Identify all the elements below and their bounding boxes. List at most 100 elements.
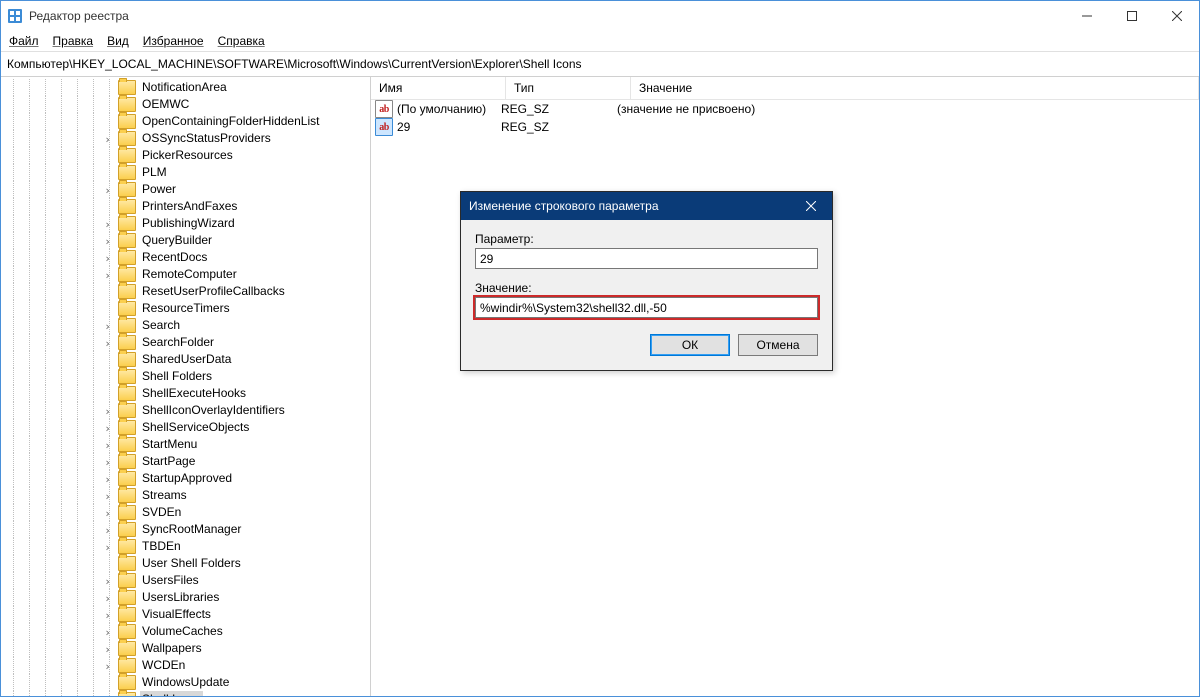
- tree-item[interactable]: › PublishingWizard: [1, 215, 370, 232]
- expand-icon[interactable]: ›: [102, 267, 113, 284]
- expand-icon[interactable]: ›: [102, 318, 113, 335]
- expand-icon[interactable]: ›: [102, 131, 113, 148]
- tree-item[interactable]: PLM: [1, 164, 370, 181]
- tree-item[interactable]: › RecentDocs: [1, 249, 370, 266]
- tree-item[interactable]: ResetUserProfileCallbacks: [1, 283, 370, 300]
- tree-item[interactable]: OEMWC: [1, 96, 370, 113]
- tree-item[interactable]: PrintersAndFaxes: [1, 198, 370, 215]
- tree-item-label: PublishingWizard: [140, 215, 237, 232]
- dialog-close-button[interactable]: [790, 192, 832, 220]
- param-input[interactable]: [475, 248, 818, 269]
- address-bar[interactable]: Компьютер\HKEY_LOCAL_MACHINE\SOFTWARE\Mi…: [1, 52, 1199, 77]
- tree-item[interactable]: › Search: [1, 317, 370, 334]
- menu-view[interactable]: Вид: [107, 34, 129, 48]
- tree-item[interactable]: ›RemoteComputer: [1, 266, 370, 283]
- tree-item[interactable]: WindowsUpdate: [1, 674, 370, 691]
- tree-item[interactable]: ›UsersFiles: [1, 572, 370, 589]
- tree-item[interactable]: User Shell Folders: [1, 555, 370, 572]
- tree-item[interactable]: ShellExecuteHooks: [1, 385, 370, 402]
- registry-editor-window: Редактор реестра Файл Правка Вид Избранн…: [0, 0, 1200, 697]
- expand-icon[interactable]: ›: [102, 182, 113, 199]
- expand-icon[interactable]: ›: [102, 488, 113, 505]
- menu-help[interactable]: Справка: [218, 34, 265, 48]
- tree-item-label: PLM: [140, 164, 169, 181]
- tree-item[interactable]: ›SearchFolder: [1, 334, 370, 351]
- tree-item[interactable]: ›StartPage: [1, 453, 370, 470]
- tree-item[interactable]: ›OSSyncStatusProviders: [1, 130, 370, 147]
- expand-icon[interactable]: ›: [102, 624, 113, 641]
- tree-item-label: NotificationArea: [140, 79, 229, 96]
- expand-icon[interactable]: ›: [102, 403, 113, 420]
- list-row[interactable]: ab29REG_SZ: [371, 118, 1199, 136]
- tree-item[interactable]: ›StartMenu: [1, 436, 370, 453]
- tree-item[interactable]: ›Wallpapers: [1, 640, 370, 657]
- expand-icon[interactable]: ›: [102, 250, 113, 267]
- minimize-button[interactable]: [1064, 2, 1109, 31]
- folder-icon: [118, 556, 136, 571]
- tree-item[interactable]: ›ShellServiceObjects: [1, 419, 370, 436]
- header-value[interactable]: Значение: [631, 77, 1199, 99]
- tree-item[interactable]: ›SVDEn: [1, 504, 370, 521]
- tree-view[interactable]: NotificationAreaOEMWCOpenContainingFolde…: [1, 77, 371, 696]
- tree-item[interactable]: ›Streams: [1, 487, 370, 504]
- expand-icon[interactable]: ›: [102, 641, 113, 658]
- folder-icon: [118, 352, 136, 367]
- tree-item[interactable]: ResourceTimers: [1, 300, 370, 317]
- expand-icon[interactable]: ›: [102, 505, 113, 522]
- header-type[interactable]: Тип: [506, 77, 631, 99]
- tree-item[interactable]: ›StartupApproved: [1, 470, 370, 487]
- folder-icon: [118, 488, 136, 503]
- tree-item[interactable]: SharedUserData: [1, 351, 370, 368]
- list-view[interactable]: Имя Тип Значение ab(По умолчанию)REG_SZ(…: [371, 77, 1199, 696]
- tree-item[interactable]: ›Power: [1, 181, 370, 198]
- tree-item[interactable]: OpenContainingFolderHiddenList: [1, 113, 370, 130]
- expand-icon[interactable]: ›: [102, 437, 113, 454]
- expand-icon[interactable]: ›: [102, 454, 113, 471]
- value-input[interactable]: [475, 297, 818, 318]
- close-button[interactable]: [1154, 2, 1199, 31]
- tree-item[interactable]: NotificationArea: [1, 79, 370, 96]
- expand-icon[interactable]: ›: [102, 590, 113, 607]
- tree-item[interactable]: ›VolumeCaches: [1, 623, 370, 640]
- row-name: (По умолчанию): [397, 102, 486, 116]
- menu-favorites[interactable]: Избранное: [143, 34, 204, 48]
- folder-icon: [118, 369, 136, 384]
- expand-icon[interactable]: ›: [102, 216, 113, 233]
- tree-item[interactable]: Shell Folders: [1, 368, 370, 385]
- menu-file[interactable]: Файл: [9, 34, 39, 48]
- folder-icon: [118, 437, 136, 452]
- tree-item[interactable]: ›QueryBuilder: [1, 232, 370, 249]
- tree-item[interactable]: › VisualEffects: [1, 606, 370, 623]
- expand-icon[interactable]: ›: [102, 420, 113, 437]
- expand-icon[interactable]: ›: [102, 607, 113, 624]
- tree-item[interactable]: ›ShellIconOverlayIdentifiers: [1, 402, 370, 419]
- dialog-titlebar: Изменение строкового параметра: [461, 192, 832, 220]
- maximize-button[interactable]: [1109, 2, 1154, 31]
- ok-button[interactable]: ОК: [650, 334, 730, 356]
- tree-item-label: VisualEffects: [140, 606, 213, 623]
- expand-icon[interactable]: ›: [102, 573, 113, 590]
- expand-icon[interactable]: ›: [102, 522, 113, 539]
- expand-icon[interactable]: ›: [102, 539, 113, 556]
- tree-item-label: Search: [140, 317, 182, 334]
- expand-icon[interactable]: ›: [102, 233, 113, 250]
- cancel-button[interactable]: Отмена: [738, 334, 818, 356]
- folder-icon: [118, 539, 136, 554]
- folder-icon: [118, 675, 136, 690]
- list-row[interactable]: ab(По умолчанию)REG_SZ(значение не присв…: [371, 100, 1199, 118]
- expand-icon[interactable]: ›: [102, 335, 113, 352]
- expand-icon[interactable]: ›: [102, 471, 113, 488]
- expand-icon[interactable]: ›: [102, 658, 113, 675]
- row-type: REG_SZ: [493, 120, 609, 134]
- tree-item-label: SharedUserData: [140, 351, 233, 368]
- tree-item[interactable]: Shell Icons: [1, 691, 370, 696]
- tree-item-label: RecentDocs: [140, 249, 209, 266]
- tree-item[interactable]: ›SyncRootManager: [1, 521, 370, 538]
- menu-edit[interactable]: Правка: [53, 34, 94, 48]
- tree-item[interactable]: ›UsersLibraries: [1, 589, 370, 606]
- folder-icon: [118, 692, 136, 696]
- tree-item[interactable]: ›WCDEn: [1, 657, 370, 674]
- tree-item[interactable]: ›TBDEn: [1, 538, 370, 555]
- tree-item[interactable]: PickerResources: [1, 147, 370, 164]
- header-name[interactable]: Имя: [371, 77, 506, 99]
